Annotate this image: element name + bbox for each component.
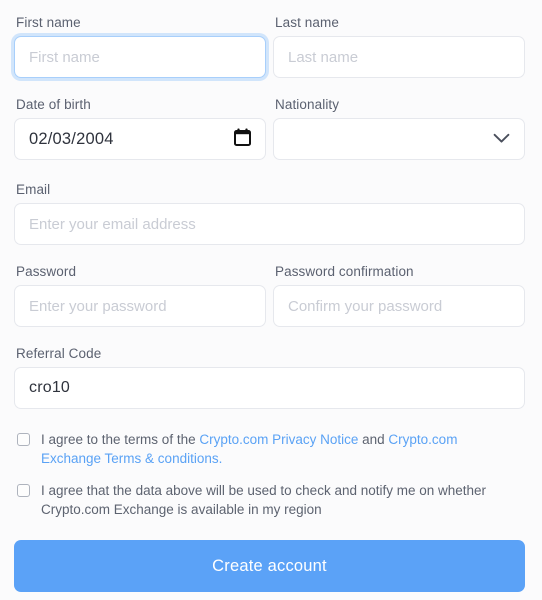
last-name-input[interactable]: Last name — [273, 36, 525, 78]
password-confirmation-field: Password confirmation Confirm your passw… — [273, 263, 525, 327]
password-field: Password Enter your password — [14, 263, 266, 327]
password-confirmation-placeholder: Confirm your password — [288, 297, 443, 315]
referral-code-label: Referral Code — [16, 346, 102, 361]
password-input[interactable]: Enter your password — [14, 285, 266, 327]
password-row: Password Enter your password Password co… — [14, 263, 525, 327]
first-name-input[interactable]: First name — [14, 36, 266, 78]
chevron-down-icon[interactable] — [493, 131, 510, 148]
password-confirmation-input[interactable]: Confirm your password — [273, 285, 525, 327]
referral-code-input[interactable]: cro10 — [14, 367, 525, 409]
password-label: Password — [16, 264, 77, 279]
create-account-button[interactable]: Create account — [14, 540, 525, 592]
nationality-select[interactable] — [273, 118, 525, 160]
consent-text-part: I agree to the terms of the — [41, 432, 200, 447]
dob-nationality-row: Date of birth 02/03/2004 Nationality — [14, 96, 525, 160]
last-name-field: Last name Last name — [273, 14, 525, 78]
first-name-label: First name — [16, 15, 81, 30]
date-of-birth-value: 02/03/2004 — [29, 129, 114, 148]
last-name-label: Last name — [275, 15, 339, 30]
email-placeholder: Enter your email address — [29, 215, 196, 233]
email-input[interactable]: Enter your email address — [14, 203, 525, 245]
consent-terms-text: I agree to the terms of the Crypto.com P… — [41, 430, 511, 468]
signup-form: First name First name Last name Last nam… — [0, 0, 542, 600]
first-name-placeholder: First name — [29, 48, 100, 66]
consent-row-region[interactable]: I agree that the data above will be used… — [14, 481, 525, 519]
name-row: First name First name Last name Last nam… — [14, 14, 525, 78]
email-label: Email — [16, 182, 51, 197]
checkbox-terms[interactable] — [17, 433, 30, 446]
password-placeholder: Enter your password — [29, 297, 167, 315]
first-name-field: First name First name — [14, 14, 266, 78]
referral-code-value: cro10 — [29, 379, 71, 396]
last-name-placeholder: Last name — [288, 48, 359, 66]
date-of-birth-field: Date of birth 02/03/2004 — [14, 96, 266, 160]
date-of-birth-label: Date of birth — [16, 97, 91, 112]
date-of-birth-input[interactable]: 02/03/2004 — [14, 118, 266, 160]
consent-text-part: and — [358, 432, 389, 447]
nationality-field: Nationality — [273, 96, 525, 160]
password-confirmation-label: Password confirmation — [275, 264, 414, 279]
referral-code-field: Referral Code cro10 — [14, 345, 525, 409]
privacy-notice-link[interactable]: Crypto.com Privacy Notice — [199, 432, 358, 447]
consent-region-text: I agree that the data above will be used… — [41, 483, 487, 517]
consent-row-terms[interactable]: I agree to the terms of the Crypto.com P… — [14, 430, 525, 468]
checkbox-region[interactable] — [17, 484, 30, 497]
calendar-icon[interactable] — [234, 128, 251, 150]
email-field: Email Enter your email address — [14, 181, 525, 245]
nationality-label: Nationality — [275, 97, 340, 112]
